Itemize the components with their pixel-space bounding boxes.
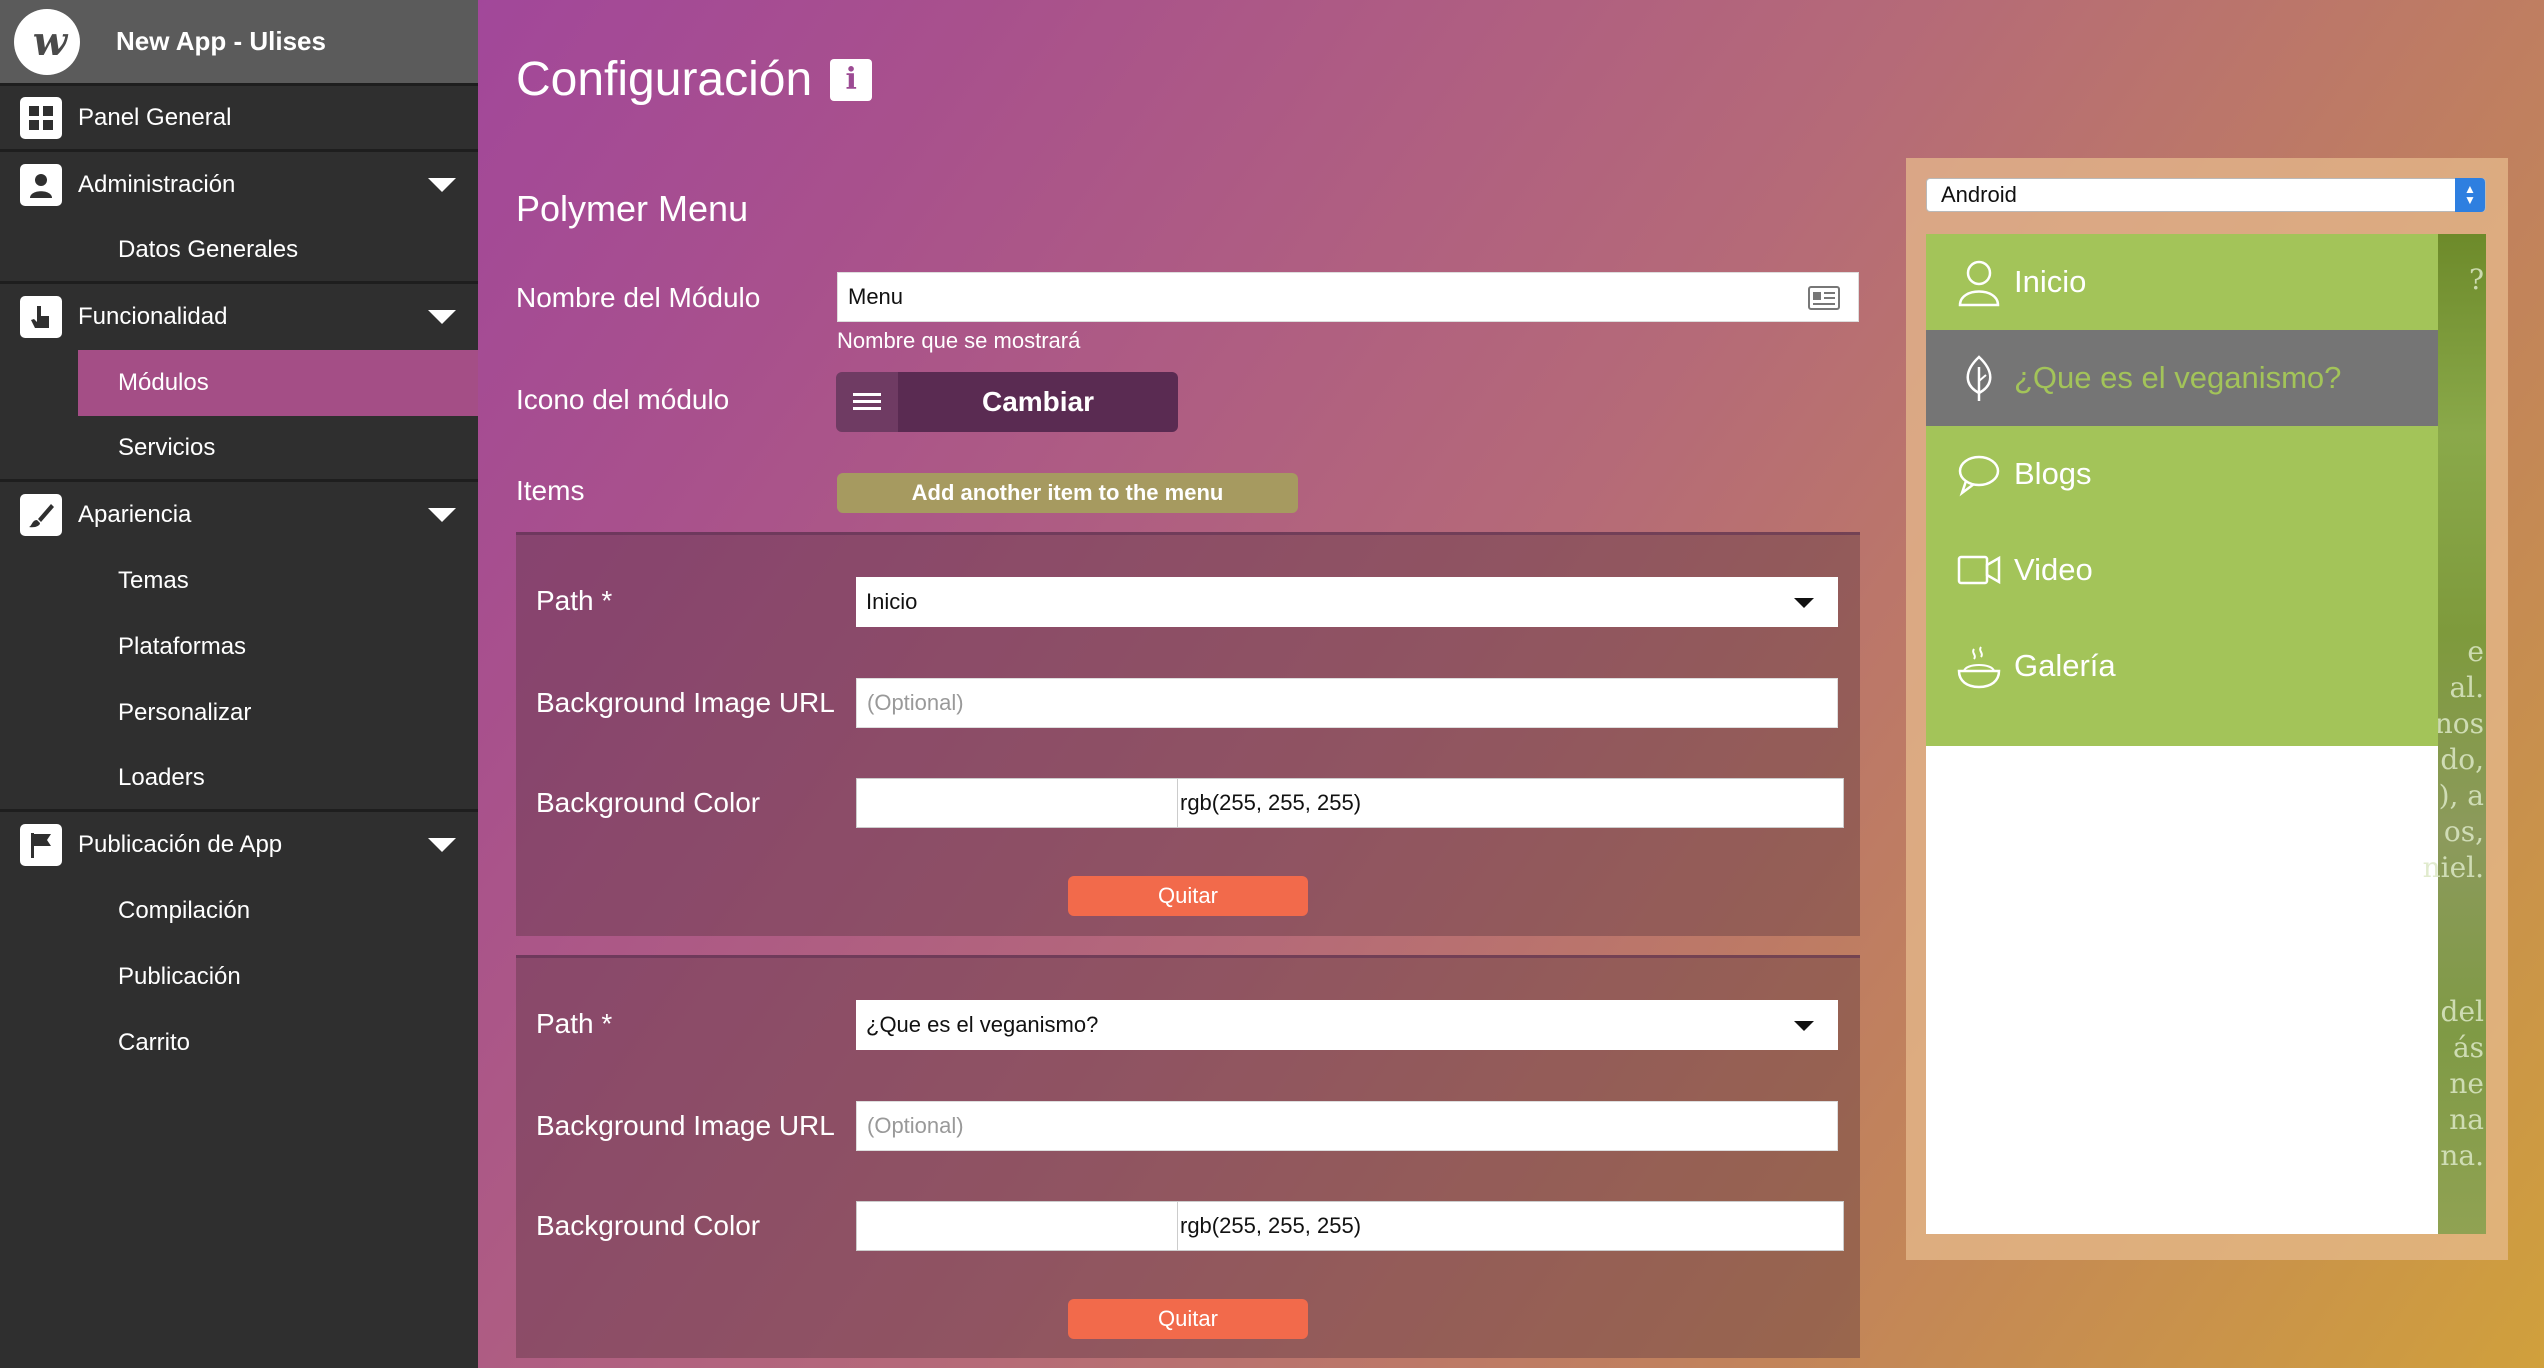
info-icon[interactable]: i [830, 58, 873, 101]
bg-color-input[interactable]: rgb(255, 255, 255) [856, 778, 1844, 828]
path-select-value: Inicio [866, 589, 918, 614]
items-label: Items [516, 475, 585, 506]
page-title-text: Configuración [516, 53, 813, 106]
chevron-down-icon[interactable] [428, 838, 456, 852]
chevron-down-icon [1794, 1021, 1814, 1031]
path-label: Path * [536, 585, 613, 616]
brush-icon [20, 494, 62, 536]
menu-item-card: Path * Inicio Background Image URL (Opti… [516, 532, 1860, 936]
path-select-value: ¿Que es el veganismo? [866, 1012, 1099, 1037]
brand-header: w New App - Ulises [0, 0, 478, 86]
leaf-icon [1966, 355, 1992, 401]
bg-color-label: Background Color [536, 787, 761, 818]
app-title: New App - Ulises [116, 26, 326, 56]
speech-bubble-icon [1958, 455, 2000, 497]
id-card-icon [1808, 286, 1840, 310]
bg-image-input[interactable]: (Optional) [856, 678, 1838, 728]
chevron-down-icon[interactable] [428, 178, 456, 192]
chevron-down-icon [1794, 598, 1814, 608]
path-select[interactable]: Inicio [856, 577, 1838, 627]
sidebar-subitem-datos-generales[interactable]: Datos Generales [0, 218, 478, 284]
sidebar-subitem-temas[interactable]: Temas [0, 548, 478, 614]
module-icon-label: Icono del módulo [516, 384, 730, 415]
platform-select-value: Android [1941, 182, 2017, 207]
sidebar-item-label: Administración [78, 171, 236, 198]
bg-color-value: rgb(255, 255, 255) [1177, 1202, 1361, 1250]
module-name-value: Menu [848, 284, 904, 309]
preview-menu-item-video[interactable]: Video [1926, 522, 2438, 618]
preview-menu-item-blogs[interactable]: Blogs [1926, 426, 2438, 522]
chevron-down-icon[interactable] [428, 310, 456, 324]
add-item-button[interactable]: Add another item to the menu [837, 473, 1298, 513]
food-bowl-icon [1957, 646, 2001, 689]
phone-preview: ? e al. nos do,), a os, niel. del ás ne na na. In… [1926, 234, 2486, 1234]
sidebar-subitem-modulos[interactable]: Módulos [78, 350, 478, 416]
module-name-hint: Nombre que se mostrará [837, 328, 1081, 353]
sidebar-item-administracion[interactable]: Administración [0, 152, 478, 218]
pointer-hand-icon [20, 296, 62, 338]
preview-menu-item-inicio[interactable]: Inicio [1926, 234, 2438, 330]
path-label: Path * [536, 1008, 613, 1039]
sidebar-subitem-publicacion[interactable]: Publicación [0, 944, 478, 1010]
preview-menu-label: Galería [2014, 648, 2116, 683]
preview-menu-item-veganismo[interactable]: ¿Que es el veganismo? [1926, 330, 2438, 426]
section-title: Polymer Menu [516, 188, 749, 229]
menu-item-card: Path * ¿Que es el veganismo? Background … [516, 955, 1860, 1358]
sidebar-subitem-personalizar[interactable]: Personalizar [0, 680, 478, 746]
user-icon [20, 164, 62, 206]
preview-menu-label: Blogs [2014, 456, 2092, 491]
change-icon-button[interactable]: Cambiar [898, 372, 1178, 432]
path-select[interactable]: ¿Que es el veganismo? [856, 1000, 1838, 1050]
grid-icon [20, 96, 62, 139]
video-camera-icon [1957, 555, 2001, 585]
sidebar-subitem-plataformas[interactable]: Plataformas [0, 614, 478, 680]
sidebar-subitem-servicios[interactable]: Servicios [0, 416, 478, 482]
sidebar-item-label: Publicación de App [78, 831, 283, 858]
bg-image-label: Background Image URL [536, 1110, 835, 1141]
sidebar-item-label: Apariencia [78, 501, 192, 528]
module-name-label: Nombre del Módulo [516, 282, 761, 313]
sidebar-item-apariencia[interactable]: Apariencia [0, 482, 478, 548]
bg-image-input[interactable]: (Optional) [856, 1101, 1838, 1151]
bg-color-value: rgb(255, 255, 255) [1177, 779, 1361, 827]
remove-item-button[interactable]: Quitar [1068, 876, 1308, 916]
preview-menu-label: ¿Que es el veganismo? [2014, 360, 2342, 395]
select-stepper-icon: ▲ ▼ [2455, 178, 2485, 212]
sidebar: w New App - Ulises Panel General Adminis… [0, 0, 478, 1368]
sidebar-item-label: Funcionalidad [78, 303, 228, 330]
app-logo-icon: w [14, 8, 80, 75]
page-title: Configuración i [516, 52, 873, 107]
sidebar-subitem-compilacion[interactable]: Compilación [0, 878, 478, 944]
flag-icon [20, 824, 62, 866]
bg-color-label: Background Color [536, 1210, 761, 1241]
sidebar-item-funcionalidad[interactable]: Funcionalidad [0, 284, 478, 350]
sidebar-item-publicacion-de-app[interactable]: Publicación de App [0, 812, 478, 878]
sidebar-subitem-carrito[interactable]: Carrito [0, 1010, 478, 1076]
sidebar-subitem-loaders[interactable]: Loaders [0, 746, 478, 812]
preview-menu-item-galeria[interactable]: Galería [1926, 618, 2438, 714]
bg-image-label: Background Image URL [536, 687, 835, 718]
preview-menu-label: Inicio [2014, 264, 2087, 299]
module-name-input[interactable]: Menu [837, 272, 1859, 322]
bg-color-input[interactable]: rgb(255, 255, 255) [856, 1201, 1844, 1251]
chevron-down-icon[interactable] [428, 508, 456, 522]
sidebar-item-label: Panel General [78, 103, 232, 131]
menu-icon[interactable] [836, 372, 898, 432]
platform-select[interactable]: Android ▲ ▼ [1926, 178, 2486, 212]
preview-panel: Android ▲ ▼ ? e al. nos do,), a os, niel. del á… [1906, 158, 2508, 1260]
preview-menu-label: Video [2014, 552, 2093, 587]
sidebar-item-panel-general[interactable]: Panel General [0, 86, 478, 152]
background-image: ? e al. nos do,), a os, niel. del ás ne na na. [2423, 234, 2486, 1234]
remove-item-button[interactable]: Quitar [1068, 1299, 1308, 1339]
preview-menu: Inicio ¿Que es el veganismo? Blogs Video… [1926, 234, 2438, 746]
user-outline-icon [1958, 260, 2000, 307]
